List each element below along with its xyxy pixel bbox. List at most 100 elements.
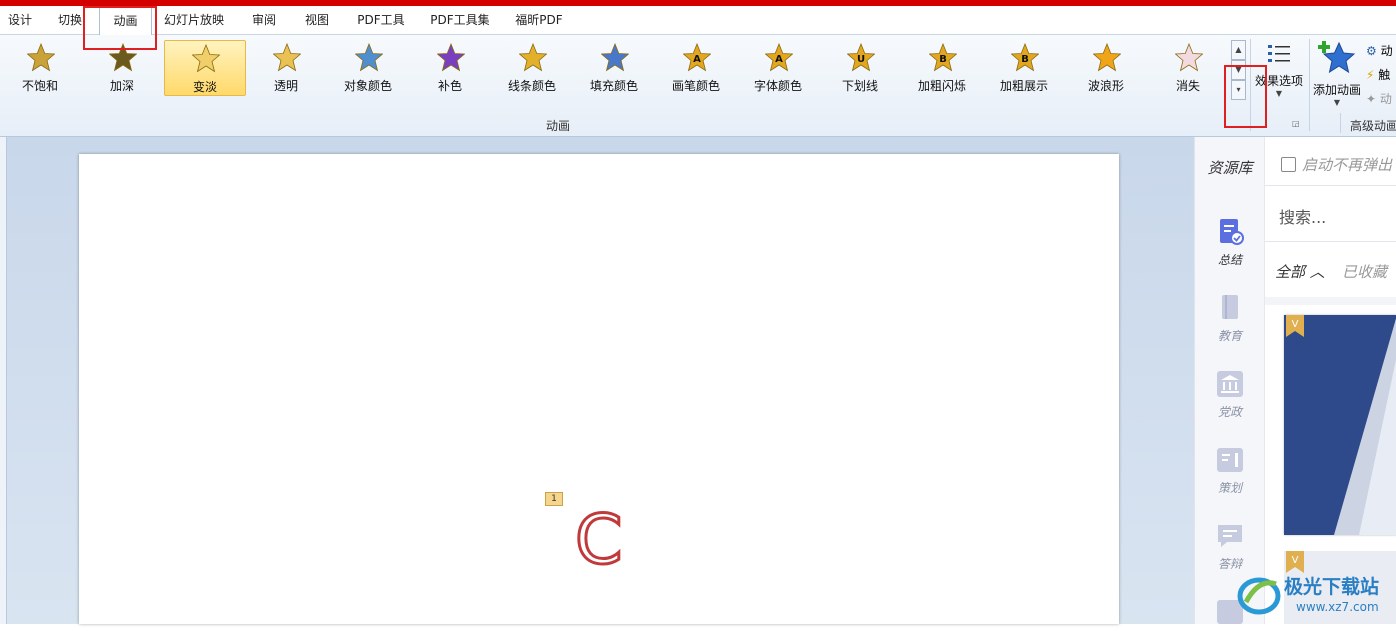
thumbnail-pane-edge[interactable] — [0, 137, 7, 624]
effect-item[interactable]: 对象颜色 — [328, 40, 408, 94]
nav-label: 党政 — [1217, 405, 1242, 419]
animation-pane-icon: ⚙ — [1366, 44, 1377, 58]
effect-label: 下划线 — [841, 79, 878, 93]
effect-star-icon: B — [929, 43, 957, 72]
effect-star-icon: U — [847, 43, 875, 72]
effect-label: 字体颜色 — [753, 79, 802, 93]
highlight-box-more-button — [1224, 65, 1267, 128]
nav-label: 答辩 — [1217, 557, 1242, 571]
effect-label: 补色 — [437, 79, 462, 93]
effect-label: 变淡 — [192, 80, 217, 94]
vip-badge-icon: V — [1286, 315, 1304, 337]
nav-item-government[interactable]: 党政 — [1195, 369, 1265, 420]
effect-item[interactable]: 填充颜色 — [574, 40, 654, 94]
nav-item-summary[interactable]: 总结 — [1195, 217, 1265, 268]
filter-all-label: 全部 — [1275, 263, 1306, 281]
tab-slideshow[interactable]: 幻灯片放映 — [158, 6, 230, 34]
nav-label: 策划 — [1217, 481, 1242, 495]
animation-pane-button[interactable]: ⚙ 动 — [1366, 39, 1396, 63]
effect-item[interactable]: B 加粗闪烁 — [902, 40, 982, 94]
nav-item-planning[interactable]: 策划 — [1195, 445, 1265, 496]
startup-checkbox-row[interactable]: 启动不再弹出 — [1281, 154, 1392, 175]
ribbon-tab-bar: 设计 切换 动画 幻灯片放映 审阅 视图 PDF工具 PDF工具集 福昕PDF — [0, 6, 1396, 36]
effect-item[interactable]: 透明 — [246, 40, 326, 94]
effect-star-icon: A — [683, 43, 711, 72]
effect-label: 不饱和 — [21, 79, 58, 93]
site-watermark: 极光下载站 www.xz7.com — [1236, 570, 1396, 620]
animation-ribbon: 不饱和 加深 变淡 透明 对象颜色 补色 线条颜色 填充颜色 A 画笔颜色 A 字体颜色 U 下划线 B 加粗… — [0, 35, 1396, 137]
effect-star-icon — [273, 43, 301, 72]
effect-label: 对象颜色 — [343, 79, 392, 93]
effect-label: 加粗闪烁 — [917, 79, 966, 93]
effect-item[interactable]: B 加粗展示 — [984, 40, 1064, 94]
ribbon-separator — [1340, 113, 1341, 133]
effect-item[interactable]: 线条颜色 — [492, 40, 572, 94]
resource-panel-nav: 资源库 总结 教育 党政 策划 答辩 — [1194, 137, 1265, 624]
document-check-icon — [1220, 219, 1244, 245]
effect-star-icon — [437, 43, 465, 72]
animation-order-tag[interactable]: 1 — [545, 492, 563, 506]
svg-text:B: B — [939, 54, 947, 65]
chevron-up-icon: ︿ — [1309, 263, 1325, 281]
tab-pdf-tools[interactable]: PDF工具 — [350, 6, 412, 34]
panel-title: 资源库 — [1207, 159, 1253, 177]
effect-star-icon — [192, 44, 220, 73]
animation-painter-button[interactable]: ✦ 动 — [1366, 87, 1396, 111]
effect-item[interactable]: 不饱和 — [0, 40, 80, 94]
effect-star-icon — [27, 43, 55, 72]
effect-item[interactable]: U 下划线 — [820, 40, 900, 94]
svg-text:V: V — [1292, 555, 1299, 566]
effect-item[interactable]: A 字体颜色 — [738, 40, 818, 94]
startup-checkbox-label: 启动不再弹出 — [1302, 156, 1393, 174]
nav-item-defense[interactable]: 答辩 — [1195, 521, 1265, 572]
add-animation-star-icon — [1318, 41, 1356, 74]
animation-group-label: 动画 — [546, 119, 571, 133]
tab-design[interactable]: 设计 — [0, 6, 40, 34]
svg-text:A: A — [775, 54, 783, 65]
ribbon-separator — [1309, 39, 1310, 131]
effect-star-icon: B — [1011, 43, 1039, 72]
effect-item[interactable]: 波浪形 — [1066, 40, 1146, 94]
nav-label: 总结 — [1217, 253, 1242, 267]
slide-text-object[interactable]: C — [573, 503, 624, 578]
watermark-url: www.xz7.com — [1296, 600, 1379, 614]
tab-foxit-pdf[interactable]: 福昕PDF — [508, 6, 570, 34]
svg-text:A: A — [693, 54, 701, 65]
effect-label: 波浪形 — [1087, 79, 1124, 93]
effect-star-icon — [601, 43, 629, 72]
add-animation-button[interactable]: 添加动画 ▼ — [1311, 39, 1363, 109]
svg-text:U: U — [857, 54, 865, 65]
effect-label: 消失 — [1175, 79, 1200, 93]
plan-icon — [1217, 448, 1243, 472]
effect-label: 画笔颜色 — [671, 79, 720, 93]
effect-star-icon: A — [765, 43, 793, 72]
dialog-launcher-icon[interactable]: ◲ — [1292, 119, 1300, 128]
template-thumbnail — [1334, 318, 1396, 535]
effect-label: 透明 — [273, 79, 298, 93]
book-icon — [1222, 295, 1238, 319]
nav-item-education[interactable]: 教育 — [1195, 293, 1265, 344]
trigger-button[interactable]: ⚡ 触 — [1366, 63, 1396, 87]
chevron-down-icon: ▼ — [1333, 98, 1341, 107]
tab-view[interactable]: 视图 — [296, 6, 338, 34]
tab-review[interactable]: 审阅 — [243, 6, 285, 34]
effect-item[interactable]: 补色 — [410, 40, 490, 94]
chat-icon — [1218, 525, 1242, 547]
tab-pdf-toolset[interactable]: PDF工具集 — [424, 6, 496, 34]
effect-item[interactable]: A 画笔颜色 — [656, 40, 736, 94]
effect-label: 线条颜色 — [507, 79, 556, 93]
effect-label: 加粗展示 — [999, 79, 1048, 93]
add-animation-label: 添加动画 — [1312, 83, 1361, 97]
gallery-scroll-up-button[interactable]: ▲ — [1231, 40, 1246, 60]
template-card[interactable]: V — [1284, 315, 1396, 535]
effect-item[interactable]: 变淡 — [164, 40, 246, 96]
filter-favorites-tab[interactable]: 已收藏 — [1342, 261, 1387, 282]
effect-item[interactable]: 消失 — [1148, 40, 1228, 94]
institution-icon — [1217, 371, 1243, 397]
filter-all-tab[interactable]: 全部 ︿ — [1275, 261, 1325, 282]
advanced-animation-items: ⚙ 动 ⚡ 触 ✦ 动 — [1366, 39, 1396, 111]
search-input[interactable]: 搜索... — [1279, 204, 1326, 228]
divider — [1265, 185, 1396, 186]
startup-checkbox[interactable] — [1281, 157, 1296, 172]
list-options-icon — [1268, 45, 1290, 62]
